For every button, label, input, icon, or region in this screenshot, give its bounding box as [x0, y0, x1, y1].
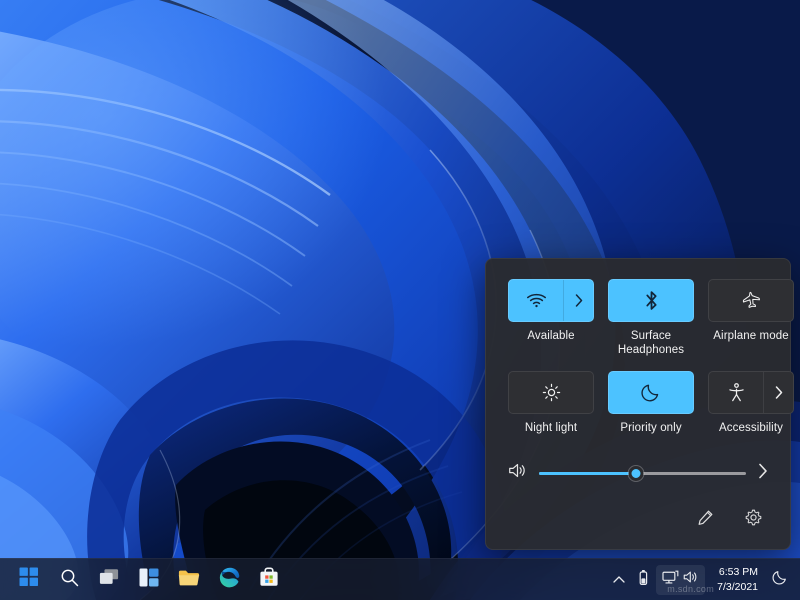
folder-icon: [178, 568, 200, 592]
quick-settings-footer: [508, 507, 768, 535]
task-view-icon: [99, 568, 119, 591]
quick-tile-bluetooth[interactable]: [608, 279, 694, 322]
quick-tile-airplane-label: Airplane mode: [713, 329, 788, 343]
accessibility-icon: [728, 383, 745, 402]
wifi-toggle-area[interactable]: [509, 280, 563, 321]
quick-tile-focus-cell: Priority only: [608, 371, 694, 435]
quick-tile-bluetooth-cell: Surface Headphones: [608, 279, 694, 358]
notification-center-button[interactable]: [768, 565, 792, 595]
quick-tile-bluetooth-label: Surface Headphones: [608, 329, 694, 358]
accessibility-expand-button[interactable]: [763, 372, 793, 413]
quick-tile-airplane[interactable]: [708, 279, 794, 322]
moon-icon: [772, 569, 788, 590]
chevron-right-icon: [575, 294, 583, 307]
task-view-button[interactable]: [94, 565, 124, 595]
quick-tile-nightlight-label: Night light: [525, 421, 577, 435]
volume-slider[interactable]: [539, 465, 746, 481]
microsoft-store-button[interactable]: [254, 565, 284, 595]
taskbar-app-buttons: [14, 565, 284, 595]
quick-settings-tile-grid: Available Surface Headphones: [508, 279, 768, 358]
edit-quick-settings-button[interactable]: [692, 507, 718, 533]
tray-overflow-button[interactable]: [608, 565, 630, 595]
pencil-icon: [697, 509, 714, 531]
chevron-up-icon: [613, 571, 625, 589]
chevron-right-icon: [775, 386, 783, 399]
gear-icon: [745, 509, 762, 531]
airplane-icon: [742, 291, 761, 310]
tray-date: 7/3/2021: [717, 580, 758, 594]
quick-tile-wifi[interactable]: [508, 279, 594, 322]
search-button[interactable]: [54, 565, 84, 595]
quick-tile-focus[interactable]: [608, 371, 694, 414]
watermark: m.sdn.com: [667, 584, 714, 594]
quick-tile-nightlight-cell: Night light: [508, 371, 594, 435]
quick-settings-tile-grid-row2: Night light Priority only: [508, 371, 768, 435]
quick-tile-accessibility-label: Accessibility: [719, 421, 783, 435]
speaker-icon[interactable]: [508, 462, 527, 484]
quick-tile-accessibility-cell: Accessibility: [708, 371, 794, 435]
volume-slider-thumb[interactable]: [629, 466, 644, 481]
quick-tile-accessibility[interactable]: [708, 371, 794, 414]
moon-icon: [641, 382, 661, 402]
search-icon: [60, 568, 79, 592]
edge-icon: [219, 567, 240, 593]
quick-tile-wifi-cell: Available: [508, 279, 594, 358]
store-icon: [259, 567, 279, 592]
taskbar: 6:53 PM 7/3/2021 m.sdn.com: [0, 558, 800, 600]
battery-button[interactable]: [632, 565, 654, 595]
windows-logo-icon: [19, 567, 39, 592]
widgets-icon: [139, 568, 159, 592]
wifi-icon: [527, 293, 546, 308]
quick-tile-focus-label: Priority only: [620, 421, 681, 435]
widgets-button[interactable]: [134, 565, 164, 595]
tray-time: 6:53 PM: [719, 565, 758, 579]
volume-expand-button[interactable]: [758, 463, 768, 484]
quick-tile-airplane-cell: Airplane mode: [708, 279, 794, 358]
accessibility-toggle-area[interactable]: [709, 372, 763, 413]
quick-tile-wifi-label: Available: [527, 329, 574, 343]
quick-settings-panel: Available Surface Headphones: [485, 258, 791, 550]
bluetooth-icon: [644, 290, 659, 311]
volume-track-fill: [539, 472, 636, 475]
battery-icon: [637, 569, 650, 591]
wifi-expand-button[interactable]: [563, 280, 593, 321]
quick-tile-nightlight[interactable]: [508, 371, 594, 414]
file-explorer-button[interactable]: [174, 565, 204, 595]
clock-button[interactable]: 6:53 PM 7/3/2021: [707, 565, 766, 595]
settings-button[interactable]: [740, 507, 766, 533]
start-button[interactable]: [14, 565, 44, 595]
volume-row: [508, 461, 768, 485]
brightness-icon: [542, 383, 561, 402]
edge-button[interactable]: [214, 565, 244, 595]
